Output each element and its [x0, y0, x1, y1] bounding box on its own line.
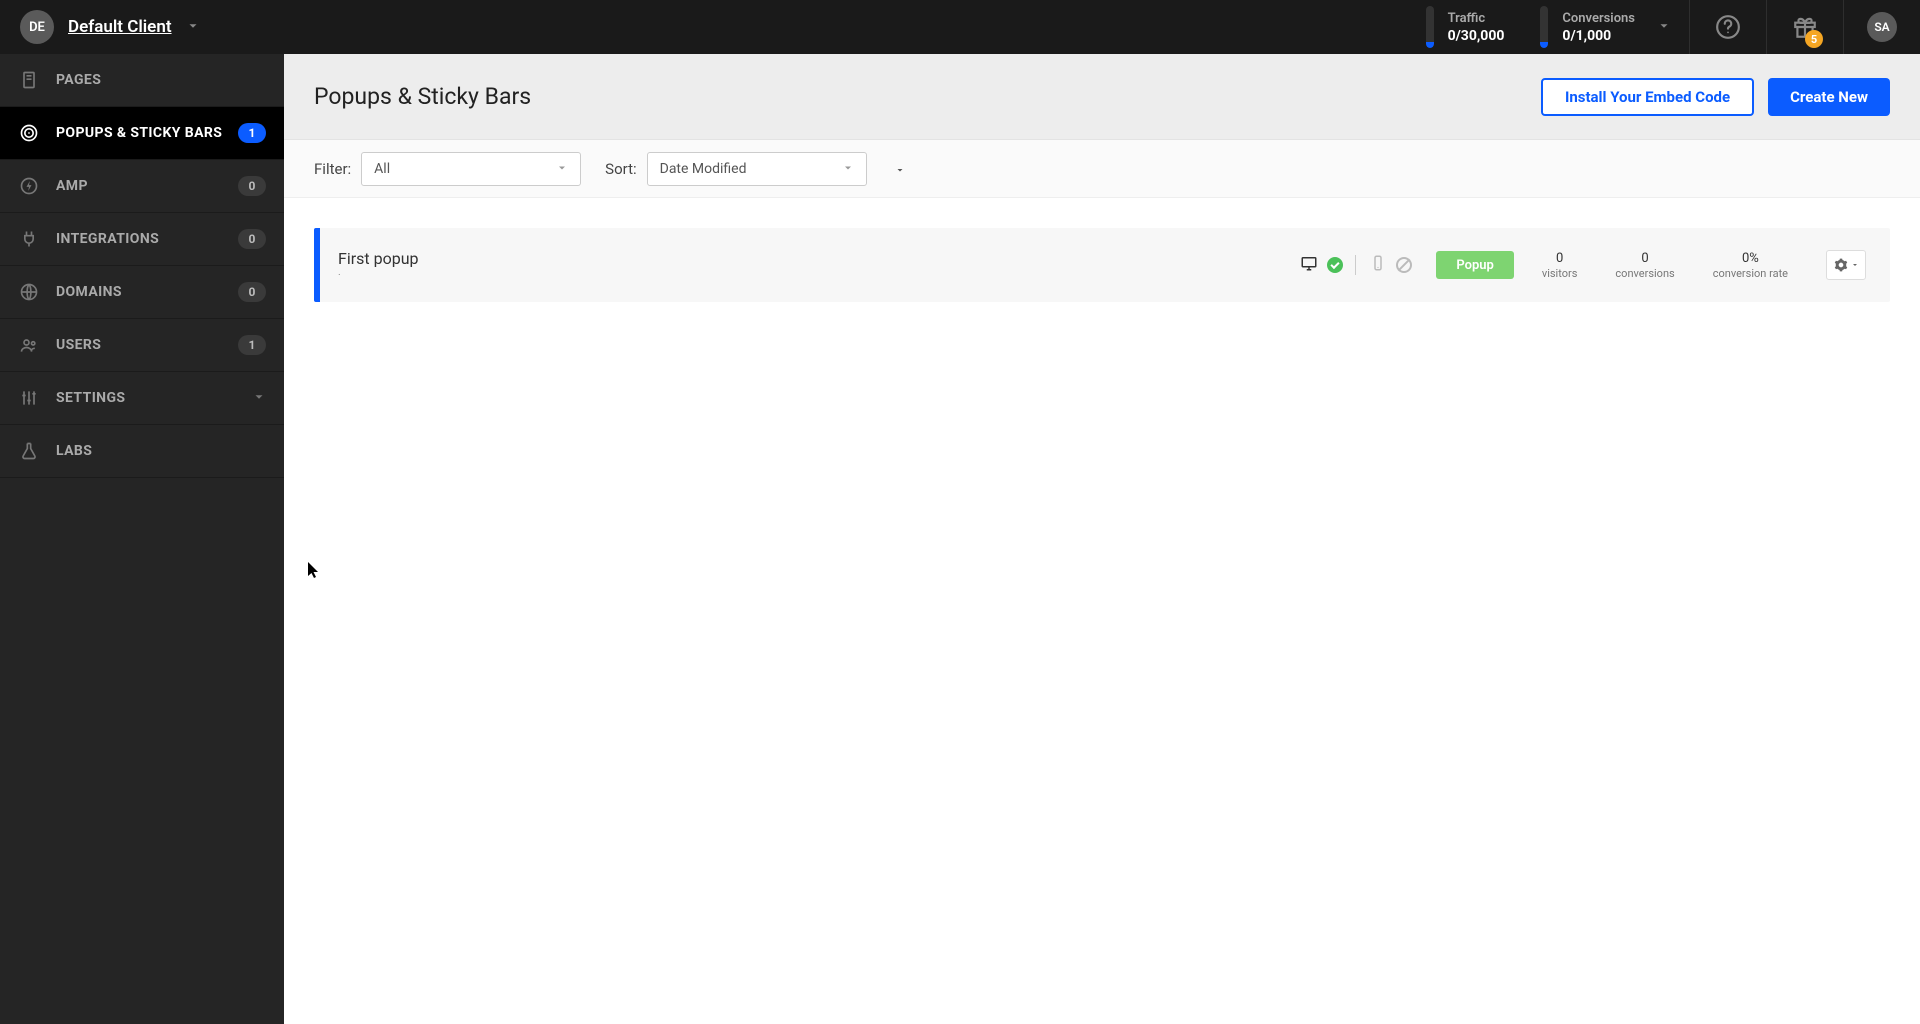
- main-header: Popups & Sticky Bars Install Your Embed …: [284, 54, 1920, 140]
- sidebar-item-labs[interactable]: LABS: [0, 425, 284, 478]
- client-avatar: DE: [20, 10, 54, 44]
- popup-name: First popup: [338, 249, 878, 268]
- conversions-usage[interactable]: Conversions 0/1,000: [1522, 0, 1689, 54]
- sidebar-item-popups[interactable]: POPUPS & STICKY BARS 1: [0, 107, 284, 160]
- page-title: Popups & Sticky Bars: [314, 83, 1541, 110]
- page-icon: [18, 69, 40, 91]
- sidebar-item-label: POPUPS & STICKY BARS: [56, 125, 238, 141]
- user-menu[interactable]: SA: [1844, 0, 1920, 54]
- sidebar-badge: 0: [238, 176, 266, 196]
- traffic-bar: [1426, 6, 1434, 48]
- user-avatar: SA: [1867, 12, 1897, 42]
- sidebar-item-pages[interactable]: PAGES: [0, 54, 284, 107]
- flask-icon: [18, 440, 40, 462]
- chevron-down-icon: [556, 159, 568, 178]
- status-disabled-icon: [1396, 257, 1412, 273]
- metric-conversion-rate: 0% conversion rate: [1713, 251, 1788, 280]
- sort-select[interactable]: Date Modified: [647, 152, 867, 186]
- popup-row[interactable]: First popup · Popup 0 visitors 0 convers…: [314, 228, 1890, 302]
- status-enabled-icon: [1327, 257, 1343, 273]
- bolt-icon: [18, 175, 40, 197]
- sort-label: Sort:: [605, 160, 636, 178]
- users-icon: [18, 334, 40, 356]
- filter-label: Filter:: [314, 160, 351, 178]
- sort-value: Date Modified: [660, 161, 842, 177]
- sidebar-item-settings[interactable]: SETTINGS: [0, 372, 284, 425]
- sidebar-item-users[interactable]: USERS 1: [0, 319, 284, 372]
- gift-badge: 5: [1805, 30, 1823, 48]
- sidebar-badge: 1: [238, 335, 266, 355]
- plug-icon: [18, 228, 40, 250]
- conversions-bar: [1540, 6, 1548, 48]
- device-status: [1299, 254, 1412, 276]
- sidebar-item-label: SETTINGS: [56, 390, 252, 406]
- traffic-label: Traffic: [1448, 11, 1505, 26]
- header-right: Traffic 0/30,000 Conversions 0/1,000 5 S…: [1408, 0, 1920, 54]
- main-content: Popups & Sticky Bars Install Your Embed …: [284, 54, 1920, 1024]
- traffic-usage[interactable]: Traffic 0/30,000: [1408, 0, 1523, 54]
- target-icon: [18, 122, 40, 144]
- type-badge: Popup: [1436, 251, 1514, 279]
- sort-direction-button[interactable]: [891, 160, 909, 178]
- sidebar: PAGES POPUPS & STICKY BARS 1 AMP 0 INTEG…: [0, 54, 284, 1024]
- help-button[interactable]: [1690, 0, 1766, 54]
- sliders-icon: [18, 387, 40, 409]
- install-embed-button[interactable]: Install Your Embed Code: [1541, 78, 1754, 116]
- row-settings-button[interactable]: [1826, 250, 1866, 280]
- popup-subtext: ·: [338, 270, 878, 281]
- sidebar-badge: 0: [238, 229, 266, 249]
- metric-visitors: 0 visitors: [1542, 251, 1578, 280]
- traffic-value: 0/30,000: [1448, 28, 1505, 44]
- globe-icon: [18, 281, 40, 303]
- sidebar-item-label: INTEGRATIONS: [56, 231, 238, 247]
- sidebar-item-label: AMP: [56, 178, 238, 194]
- mobile-icon: [1368, 254, 1388, 276]
- chevron-down-icon: [1657, 18, 1671, 37]
- top-header: DE Default Client Traffic 0/30,000 Conve…: [0, 0, 1920, 54]
- metric-conversions: 0 conversions: [1615, 251, 1674, 280]
- create-new-button[interactable]: Create New: [1768, 78, 1890, 116]
- filter-value: All: [374, 161, 556, 177]
- sidebar-badge: 0: [238, 282, 266, 302]
- filter-select[interactable]: All: [361, 152, 581, 186]
- popup-list: First popup · Popup 0 visitors 0 convers…: [284, 198, 1920, 332]
- sidebar-item-integrations[interactable]: INTEGRATIONS 0: [0, 213, 284, 266]
- sidebar-item-label: USERS: [56, 337, 238, 353]
- chevron-down-icon: [842, 159, 854, 178]
- sidebar-item-label: PAGES: [56, 72, 266, 88]
- sidebar-item-label: DOMAINS: [56, 284, 238, 300]
- sidebar-item-domains[interactable]: DOMAINS 0: [0, 266, 284, 319]
- sidebar-badge: 1: [238, 123, 266, 143]
- filter-bar: Filter: All Sort: Date Modified: [284, 140, 1920, 198]
- conversions-label: Conversions: [1562, 11, 1635, 26]
- chevron-down-icon: [252, 389, 266, 408]
- sidebar-item-amp[interactable]: AMP 0: [0, 160, 284, 213]
- client-name: Default Client: [68, 17, 172, 37]
- sidebar-item-label: LABS: [56, 443, 266, 459]
- desktop-icon: [1299, 254, 1319, 276]
- client-selector[interactable]: DE Default Client: [0, 0, 220, 54]
- chevron-down-icon: [186, 18, 200, 37]
- gift-button[interactable]: 5: [1767, 0, 1843, 54]
- conversions-value: 0/1,000: [1562, 28, 1635, 44]
